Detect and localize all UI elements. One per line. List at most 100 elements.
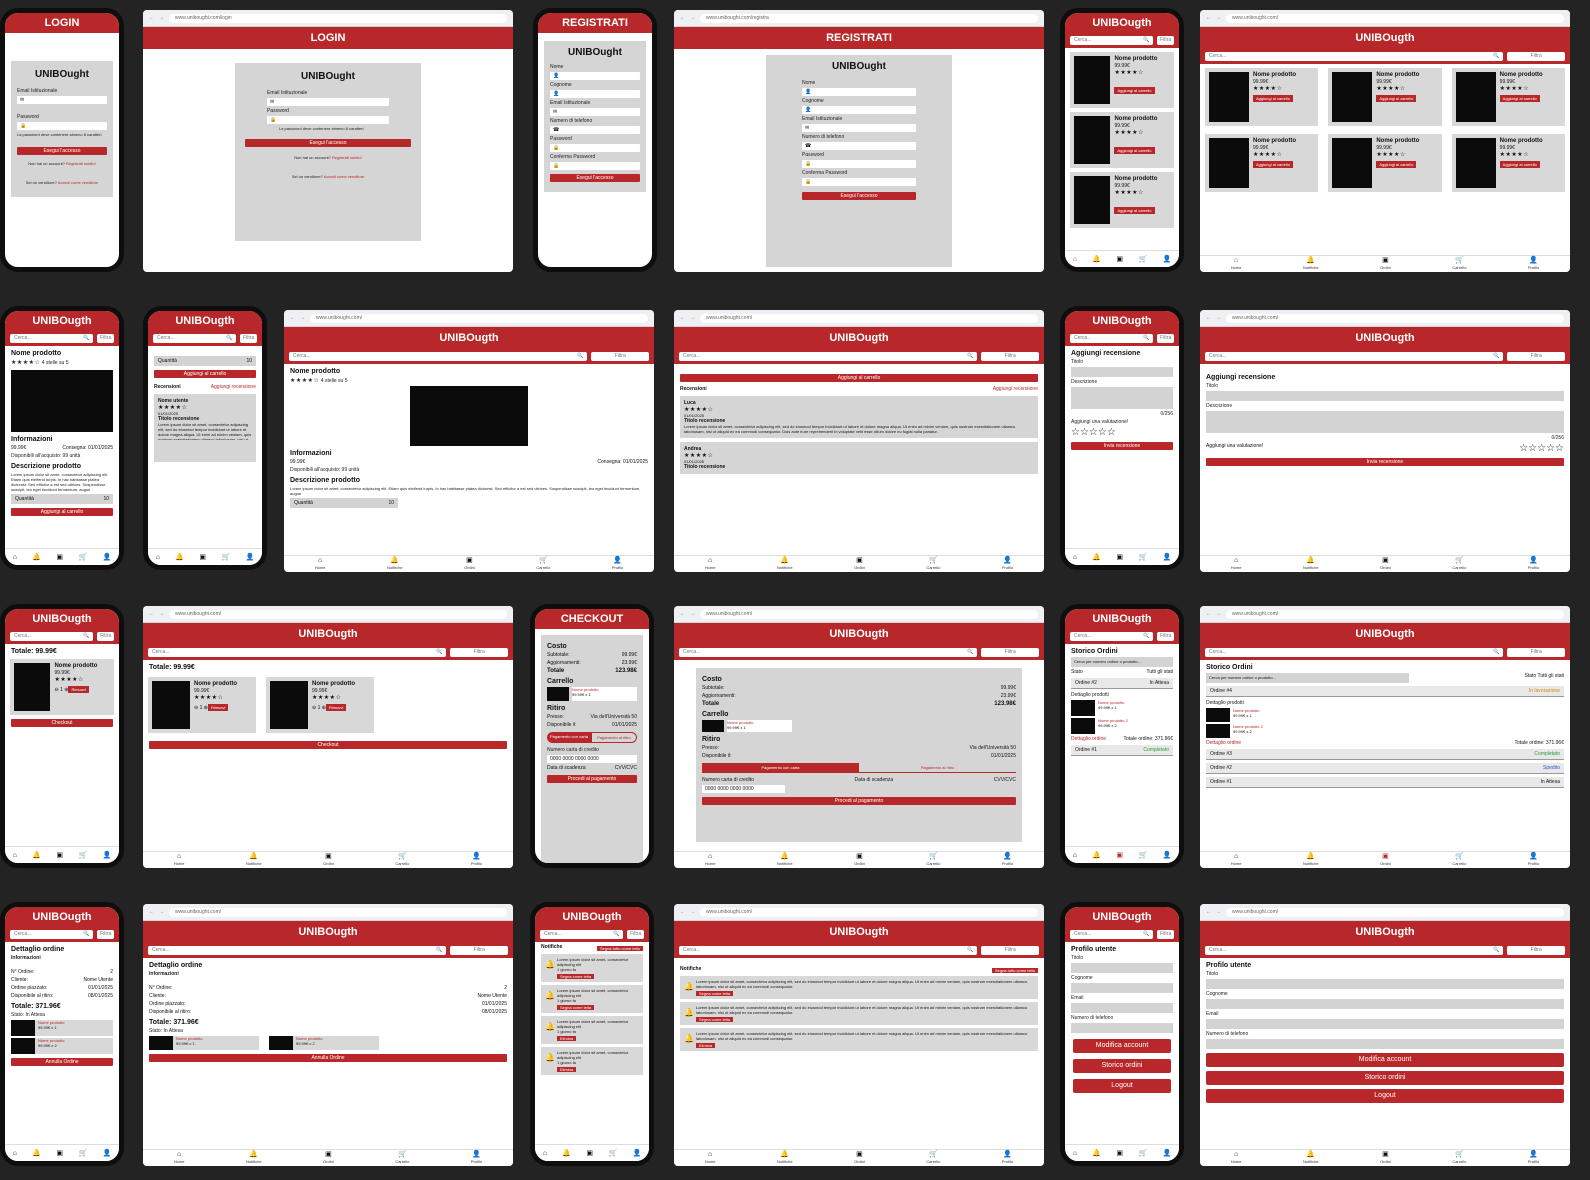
quantity-stepper[interactable]: ⊖ 1 ⊕: [54, 687, 68, 693]
phone-field[interactable]: ☎: [802, 142, 916, 150]
box-icon[interactable]: ▣ Ordini: [854, 1151, 865, 1165]
search-input[interactable]: Cerca... 🔍: [1205, 52, 1504, 61]
box-icon[interactable]: ▣: [1116, 554, 1123, 561]
name-field[interactable]: 👤: [550, 72, 640, 80]
phone-field[interactable]: [1206, 1039, 1564, 1049]
user-icon[interactable]: 👤 Profilo: [1002, 853, 1013, 867]
cart-icon[interactable]: 🛒: [1138, 1150, 1147, 1157]
cart-icon[interactable]: 🛒 Carrello: [536, 557, 550, 571]
box-icon[interactable]: ▣: [56, 1150, 63, 1157]
home-icon[interactable]: ⌂: [543, 1150, 547, 1157]
filter-button[interactable]: Filtra: [1157, 36, 1174, 45]
filter-button[interactable]: Filtra: [450, 946, 508, 955]
email-field[interactable]: [1206, 1019, 1564, 1029]
add-to-cart-button[interactable]: Aggiungi al carrello: [1376, 161, 1417, 168]
search-input[interactable]: Cerca... 🔍: [1205, 352, 1504, 361]
home-icon[interactable]: ⌂ Home: [1231, 557, 1242, 571]
user-icon[interactable]: 👤: [1163, 1150, 1172, 1157]
bell-icon[interactable]: 🔔 Notifiche: [387, 557, 403, 571]
bell-icon[interactable]: 🔔 Notifiche: [1303, 1151, 1319, 1165]
bell-icon[interactable]: 🔔: [32, 554, 41, 561]
title-field[interactable]: [1206, 979, 1564, 989]
pay-button[interactable]: Procedi al pagamento: [702, 797, 1016, 805]
card-number-input[interactable]: 0000 0000 0000 0000: [547, 755, 637, 763]
quantity-select[interactable]: Quantità 10: [290, 498, 398, 508]
product-card[interactable]: Nome prodotto 99.99€ ★★★★☆Aggiungi al carr…: [1328, 134, 1442, 192]
home-icon[interactable]: ⌂ Home: [705, 1151, 716, 1165]
order-row[interactable]: Ordine #1 In Attesa: [1206, 777, 1564, 788]
quantity-stepper[interactable]: ⊖ 1 ⊕: [312, 705, 326, 711]
search-input[interactable]: Cerca... 🔍: [1070, 632, 1154, 641]
filter-button[interactable]: Filtra: [450, 648, 508, 657]
pay-card-tab[interactable]: Pagamento con carta: [702, 763, 859, 773]
user-icon[interactable]: 👤: [1163, 554, 1172, 561]
mark-all-read-button[interactable]: Segna tutto come letto: [596, 946, 643, 951]
search-input[interactable]: Cerca... 🔍: [679, 946, 978, 955]
home-icon[interactable]: ⌂: [1073, 256, 1077, 263]
mark-read-button[interactable]: Segna come letta: [557, 974, 595, 979]
title-field[interactable]: [1071, 963, 1173, 973]
user-icon[interactable]: 👤: [1163, 852, 1172, 859]
cart-icon[interactable]: 🛒: [78, 852, 87, 859]
user-icon[interactable]: 👤 Profilo: [471, 853, 482, 867]
box-icon[interactable]: ▣ Ordini: [1380, 853, 1391, 867]
cart-icon[interactable]: 🛒 Carrello: [395, 1151, 409, 1165]
status-filter[interactable]: Stato Tutti gli stati: [1071, 669, 1173, 675]
delete-button[interactable]: Elimina: [696, 1043, 716, 1048]
home-icon[interactable]: ⌂: [13, 852, 17, 859]
rating-stars-input[interactable]: ☆☆☆☆☆: [1519, 443, 1564, 454]
box-icon[interactable]: ▣ Ordini: [1380, 557, 1391, 571]
box-icon[interactable]: ▣ Ordini: [323, 1151, 334, 1165]
product-card[interactable]: Nome prodotto 99.99€ ★★★★☆Aggiungi al carr…: [1205, 68, 1319, 126]
rating-stars-input[interactable]: ☆☆☆☆☆: [1071, 427, 1173, 438]
filter-button[interactable]: Filtra: [591, 352, 649, 361]
bell-icon[interactable]: 🔔 Notifiche: [246, 853, 262, 867]
add-to-cart-button[interactable]: Aggiungi al carrello: [1499, 161, 1540, 168]
bell-icon[interactable]: 🔔 Notifiche: [777, 1151, 793, 1165]
filter-button[interactable]: Filtra: [97, 930, 114, 939]
cart-icon[interactable]: 🛒: [1138, 256, 1147, 263]
home-icon[interactable]: ⌂: [13, 554, 17, 561]
add-to-cart-button[interactable]: Aggiungi al carrello: [1114, 87, 1155, 94]
surname-field[interactable]: 👤: [550, 90, 640, 98]
submit-review-button[interactable]: Invia recensione: [1206, 458, 1564, 466]
search-input[interactable]: Cerca... 🔍: [10, 632, 94, 641]
url-bar[interactable]: www.unibought.com/: [1226, 609, 1564, 619]
order-detail-link[interactable]: Dettaglio ordine: [1206, 740, 1241, 746]
register-link[interactable]: Registrati subito!: [66, 161, 96, 166]
password-field[interactable]: 🔒: [550, 144, 640, 152]
pay-card-tab[interactable]: Pagamento con carta: [547, 732, 591, 743]
box-icon[interactable]: ▣: [1116, 1150, 1123, 1157]
bell-icon[interactable]: 🔔: [1092, 1150, 1101, 1157]
email-field[interactable]: ✉: [17, 96, 107, 104]
search-input[interactable]: Cerca... 🔍: [1070, 930, 1154, 939]
user-icon[interactable]: 👤 Profilo: [1528, 557, 1539, 571]
bell-icon[interactable]: 🔔 Notifiche: [246, 1151, 262, 1165]
user-icon[interactable]: 👤: [1163, 256, 1172, 263]
bell-icon[interactable]: 🔔: [32, 1150, 41, 1157]
search-input[interactable]: Cerca... 🔍: [1205, 648, 1504, 657]
user-icon[interactable]: 👤: [246, 554, 255, 561]
remove-button[interactable]: Rimuovi: [325, 704, 347, 711]
logout-button[interactable]: Logout: [1073, 1079, 1171, 1093]
box-icon[interactable]: ▣: [1116, 852, 1123, 859]
checkout-button[interactable]: Checkout: [11, 719, 113, 727]
home-icon[interactable]: ⌂: [156, 554, 160, 561]
user-icon[interactable]: 👤: [103, 1150, 112, 1157]
box-icon[interactable]: ▣ Ordini: [854, 557, 865, 571]
forward-icon[interactable]: →: [159, 15, 164, 21]
add-to-cart-button[interactable]: Aggiungi al carrello: [1253, 161, 1294, 168]
home-icon[interactable]: ⌂: [1073, 554, 1077, 561]
delete-button[interactable]: Elimina: [557, 1036, 577, 1041]
filter-button[interactable]: Filtra: [981, 648, 1039, 657]
checkout-button[interactable]: Checkout: [149, 741, 507, 749]
cart-icon[interactable]: 🛒 Carrello: [926, 1151, 940, 1165]
user-icon[interactable]: 👤: [103, 554, 112, 561]
bell-icon[interactable]: 🔔: [32, 852, 41, 859]
login-button[interactable]: Esegui l'accesso: [245, 139, 411, 147]
cart-icon[interactable]: 🛒 Carrello: [926, 853, 940, 867]
review-title-input[interactable]: [1071, 367, 1173, 377]
home-icon[interactable]: ⌂ Home: [1231, 257, 1242, 271]
forward-icon[interactable]: →: [690, 15, 695, 21]
filter-button[interactable]: Filtra: [240, 334, 257, 343]
